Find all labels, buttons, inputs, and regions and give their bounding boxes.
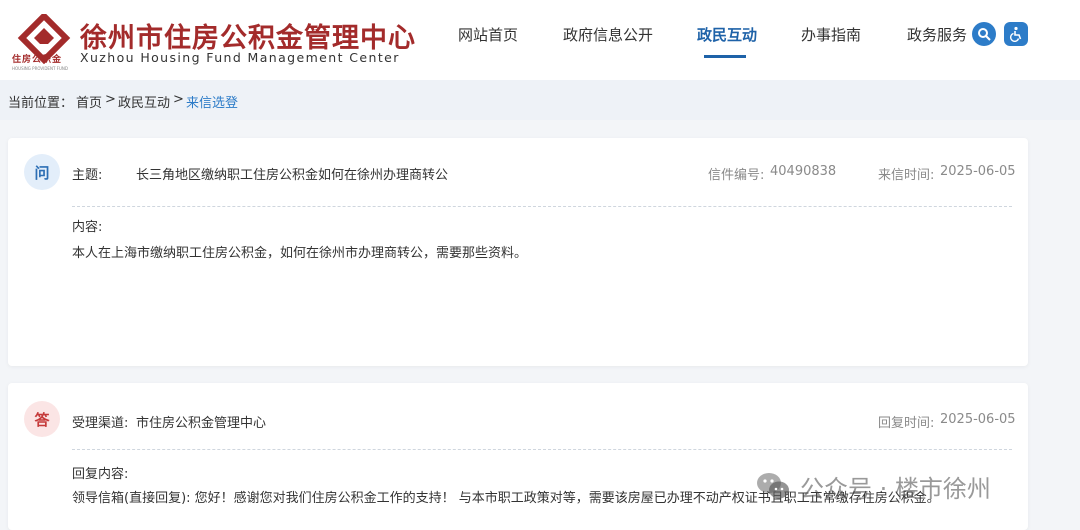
- wechat-watermark: 公众号 · 楼市徐州: [756, 468, 991, 504]
- breadcrumb-section[interactable]: 政民互动: [118, 92, 170, 111]
- question-card: 问 主题: 长三角地区缴纳职工住房公积金如何在徐州办理商转公 信件编号: 404…: [8, 138, 1028, 366]
- nav-gov-info[interactable]: 政府信息公开: [563, 24, 653, 45]
- letter-date: 2025-06-05: [940, 164, 1016, 179]
- watermark-text: 公众号 · 楼市徐州: [800, 474, 991, 503]
- breadcrumb: 当前位置： 首页 > 政民互动 > 来信选登: [0, 80, 1080, 120]
- breadcrumb-separator: >: [105, 92, 116, 107]
- logo-tiny-caption: HOUSING PROVIDENT FUND: [12, 66, 68, 71]
- answer-card: 答 受理渠道: 市住房公积金管理中心 回复时间: 2025-06-05 回复内容…: [8, 383, 1028, 530]
- content-label: 内容:: [72, 220, 103, 235]
- answer-badge: 答: [24, 401, 60, 437]
- subject-label: 主题:: [72, 168, 103, 183]
- reply-date-label: 回复时间:: [878, 416, 935, 431]
- site-title-en: Xuzhou Housing Fund Management Center: [80, 50, 400, 65]
- reply-content-label: 回复内容:: [72, 467, 129, 482]
- breadcrumb-home[interactable]: 首页: [76, 92, 102, 111]
- breadcrumb-current: 来信选登: [186, 96, 239, 111]
- letter-number: 40490838: [770, 164, 837, 179]
- answer-channel: 市住房公积金管理中心: [136, 416, 267, 431]
- breadcrumb-prefix: 当前位置：: [8, 96, 74, 111]
- nav-active-indicator: [704, 55, 746, 58]
- reply-date: 2025-06-05: [940, 412, 1016, 427]
- letter-date-label: 来信时间:: [878, 168, 935, 183]
- question-subject: 长三角地区缴纳职工住房公积金如何在徐州办理商转公: [136, 168, 449, 183]
- channel-label: 受理渠道:: [72, 416, 129, 431]
- question-content: 本人在上海市缴纳职工住房公积金，如何在徐州市办理商转公，需要那些资料。: [72, 246, 528, 261]
- letter-number-label: 信件编号:: [708, 168, 765, 183]
- wheelchair-icon: [1009, 26, 1022, 42]
- nav-interaction[interactable]: 政民互动: [697, 24, 757, 45]
- accessibility-button[interactable]: [1004, 22, 1028, 46]
- nav-home[interactable]: 网站首页: [458, 24, 518, 45]
- logo-caption: 住房公积金: [12, 55, 63, 65]
- breadcrumb-separator: >: [173, 92, 184, 107]
- divider: [72, 449, 1012, 450]
- question-badge: 问: [24, 154, 60, 190]
- nav-services[interactable]: 政务服务: [907, 24, 967, 45]
- nav-guide[interactable]: 办事指南: [801, 24, 861, 45]
- search-button[interactable]: [972, 22, 996, 46]
- divider: [72, 206, 1012, 207]
- wechat-icon: [757, 473, 789, 499]
- search-icon: [978, 28, 991, 41]
- site-header: 住房公积金 HOUSING PROVIDENT FUND 徐州市住房公积金管理中…: [0, 0, 1080, 80]
